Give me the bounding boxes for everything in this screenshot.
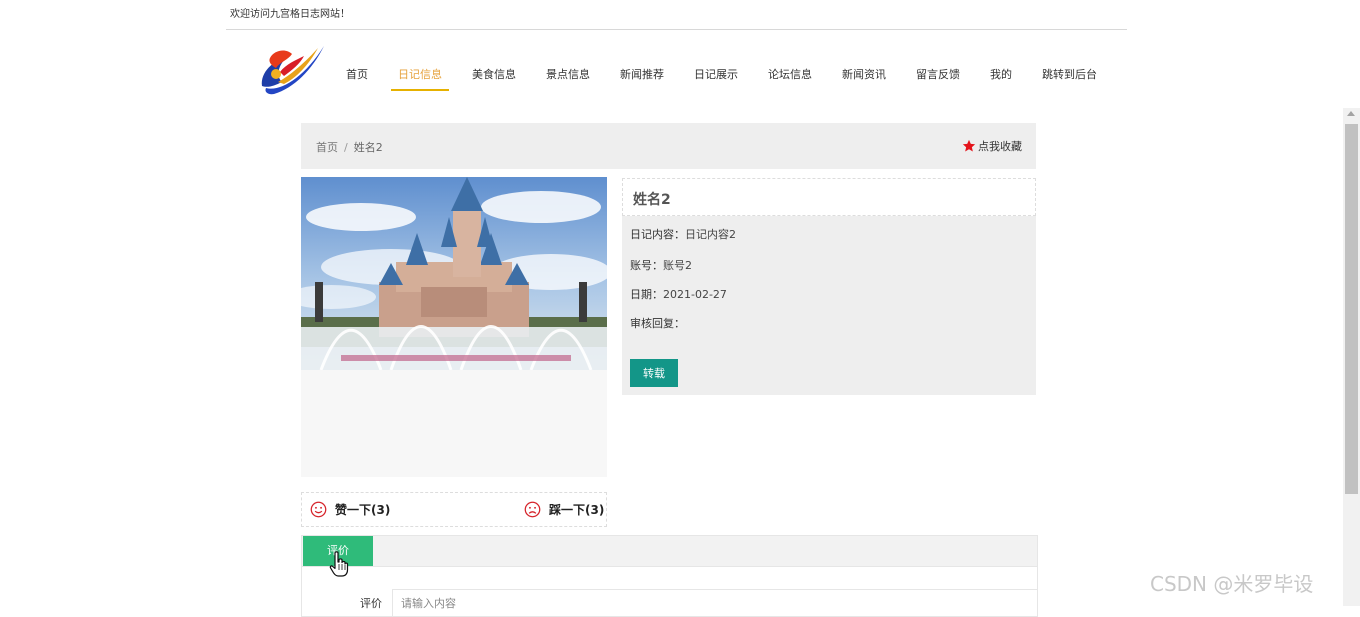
diary-image-panel — [301, 177, 607, 477]
nav-item-home[interactable]: 首页 — [331, 62, 383, 90]
diary-photo — [301, 177, 607, 370]
field-value: 账号2 — [663, 259, 692, 272]
favorite-button[interactable]: 点我收藏 — [962, 138, 1022, 154]
comment-tab-bar: 评价 — [302, 536, 1037, 567]
field-diary-content: 日记内容：日记内容2 — [630, 226, 736, 242]
field-label: 日记内容： — [630, 228, 685, 241]
breadcrumb-current: 姓名2 — [353, 141, 383, 154]
nav-item-diary-display[interactable]: 日记展示 — [679, 62, 753, 90]
vote-bar: 赞一下(3) 踩一下(3) — [301, 492, 607, 527]
frown-icon — [524, 501, 541, 518]
field-value: 2021-02-27 — [663, 288, 727, 301]
header-divider — [226, 29, 1127, 30]
star-icon — [962, 139, 976, 152]
tab-comment[interactable]: 评价 — [303, 536, 373, 566]
dislike-label: 踩一下(3) — [549, 503, 605, 517]
field-date: 日期：2021-02-27 — [630, 286, 727, 302]
watermark: CSDN @米罗毕设 — [1150, 572, 1314, 596]
nav-item-food-info[interactable]: 美食信息 — [457, 62, 531, 90]
comment-field-label: 评价 — [360, 597, 382, 610]
field-label: 账号： — [630, 259, 663, 272]
scroll-up-arrow-icon[interactable] — [1347, 111, 1355, 116]
reprint-button[interactable]: 转载 — [630, 359, 678, 387]
favorite-label: 点我收藏 — [978, 140, 1022, 153]
nav-item-news-recommend[interactable]: 新闻推荐 — [605, 62, 679, 90]
breadcrumb-separator: / — [344, 141, 348, 154]
breadcrumb-trail: 首页 / 姓名2 — [316, 139, 383, 155]
nav-item-mine[interactable]: 我的 — [975, 62, 1027, 90]
field-value: 日记内容2 — [685, 228, 736, 241]
nav-item-news[interactable]: 新闻资讯 — [827, 62, 901, 90]
main-nav: 首页 日记信息 美食信息 景点信息 新闻推荐 日记展示 论坛信息 新闻资讯 留言… — [331, 62, 1112, 92]
field-account: 账号：账号2 — [630, 257, 692, 273]
nav-item-feedback[interactable]: 留言反馈 — [901, 62, 975, 90]
welcome-text: 欢迎访问九宫格日志网站！ — [230, 9, 350, 20]
breadcrumb: 首页 / 姓名2 点我收藏 — [301, 123, 1036, 169]
site-logo[interactable] — [256, 42, 328, 96]
dislike-button[interactable]: 踩一下(3) — [524, 501, 604, 518]
detail-title-box: 姓名2 — [622, 178, 1036, 216]
page-scrollbar[interactable] — [1343, 108, 1360, 606]
field-review-reply: 审核回复： — [630, 315, 685, 331]
breadcrumb-home[interactable]: 首页 — [316, 141, 338, 154]
smile-icon — [310, 501, 327, 518]
nav-item-diary-info[interactable]: 日记信息 — [383, 62, 457, 91]
comment-input[interactable] — [392, 589, 1038, 617]
like-label: 赞一下(3) — [335, 503, 391, 517]
scrollbar-thumb[interactable] — [1345, 124, 1358, 494]
field-label: 审核回复： — [630, 317, 685, 330]
detail-title: 姓名2 — [633, 192, 671, 208]
comment-panel: 评价 评价 — [301, 535, 1038, 617]
like-button[interactable]: 赞一下(3) — [310, 501, 390, 518]
detail-info: 日记内容：日记内容2 账号：账号2 日期：2021-02-27 审核回复： 转载 — [622, 216, 1036, 395]
nav-item-forum-info[interactable]: 论坛信息 — [753, 62, 827, 90]
nav-item-admin[interactable]: 跳转到后台 — [1027, 62, 1112, 90]
nav-item-scenic-info[interactable]: 景点信息 — [531, 62, 605, 90]
field-label: 日期： — [630, 288, 663, 301]
